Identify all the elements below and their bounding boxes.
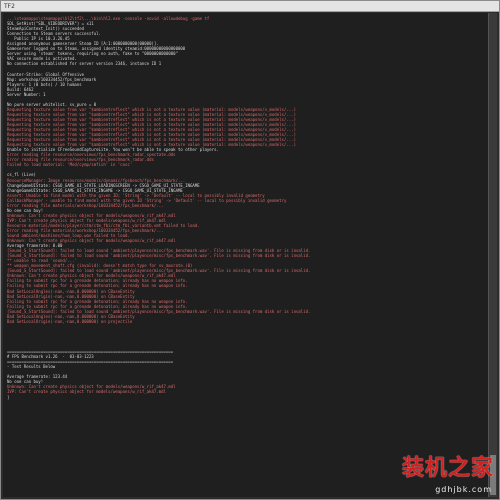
console-output[interactable]: ...\steamapps\steamapps\hl2\tf2\...\bin\… (3, 13, 490, 497)
console-line: ] (7, 394, 10, 400)
window-titlebar[interactable]: TF2 (1, 1, 499, 12)
window-title: TF2 (4, 2, 15, 10)
scrollbar-thumb[interactable] (490, 455, 496, 495)
console-scrollbar[interactable] (488, 13, 497, 497)
console-window: TF2 ...\steamapps\steamapps\hl2\tf2\...\… (0, 0, 500, 500)
